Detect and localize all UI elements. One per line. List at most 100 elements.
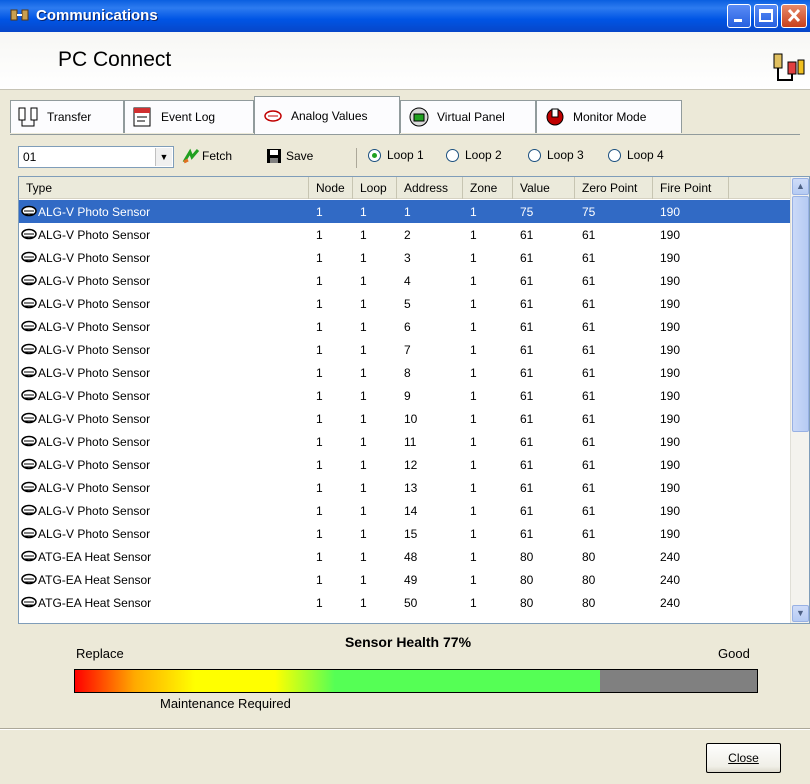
radio-dot [446, 148, 459, 162]
smoke-sensor-icon [21, 458, 37, 469]
cell-value: 61 [520, 480, 534, 495]
cell-zero-point: 61 [582, 526, 596, 541]
column-header-zero-point[interactable]: Zero Point [575, 177, 653, 199]
cell-address: 1 [404, 204, 411, 219]
column-header-type[interactable]: Type [19, 177, 309, 199]
cell-text: ALG-V Photo Sensor [38, 250, 151, 265]
toolbar: 01 ▼ Fetch Save Loop 1 Loop 2 Loop 3 Loo… [14, 140, 794, 172]
tab-analog-values[interactable]: Analog Values [254, 96, 400, 134]
cell-zero-point: 61 [582, 319, 596, 334]
minimize-button[interactable] [727, 4, 751, 28]
loop-1-radio[interactable]: Loop 1 [368, 148, 424, 162]
loop-3-radio[interactable]: Loop 3 [528, 148, 584, 162]
cell-zero-point: 61 [582, 342, 596, 357]
column-header-node[interactable]: Node [309, 177, 353, 199]
table-row[interactable]: ALG-V Photo Sensor 1 1 2 1 61 61 190 [19, 223, 791, 246]
cell-type: ALG-V Photo Sensor [19, 504, 309, 518]
maintenance-required-label: Maintenance Required [160, 696, 291, 711]
table-row[interactable]: ALG-V Photo Sensor 1 1 9 1 61 61 190 [19, 384, 791, 407]
radio-label: Loop 3 [547, 148, 584, 162]
table-row[interactable]: ALG-V Photo Sensor 1 1 15 1 61 61 190 [19, 522, 791, 545]
cell-address: 13 [404, 480, 418, 495]
cell-fire-point: 240 [660, 549, 681, 564]
fetch-button[interactable]: Fetch [182, 148, 232, 164]
smoke-sensor-icon [21, 366, 37, 377]
fetch-icon [182, 148, 200, 164]
cell-type: ALG-V Photo Sensor [19, 435, 309, 449]
table-row[interactable]: ALG-V Photo Sensor 1 1 1 1 75 75 190 [19, 200, 791, 223]
radio-label: Loop 4 [627, 148, 664, 162]
cell-address: 9 [404, 388, 411, 403]
column-header-fire-point[interactable]: Fire Point [653, 177, 729, 199]
table-row[interactable]: ALG-V Photo Sensor 1 1 13 1 61 61 190 [19, 476, 791, 499]
transfer-icon [18, 107, 38, 127]
tab-virtual-panel[interactable]: Virtual Panel [400, 100, 536, 133]
cell-fire-point: 190 [660, 388, 681, 403]
loop-2-radio[interactable]: Loop 2 [446, 148, 502, 162]
cell-zone: 1 [470, 342, 477, 357]
cell-type: ALG-V Photo Sensor [19, 481, 309, 495]
table-row[interactable]: ALG-V Photo Sensor 1 1 10 1 61 61 190 [19, 407, 791, 430]
tab-monitor-mode[interactable]: Monitor Mode [536, 100, 682, 133]
table-row[interactable]: ALG-V Photo Sensor 1 1 14 1 61 61 190 [19, 499, 791, 522]
column-header-loop[interactable]: Loop [353, 177, 397, 199]
table-row[interactable]: ALG-V Photo Sensor 1 1 12 1 61 61 190 [19, 453, 791, 476]
cell-loop: 1 [360, 549, 367, 564]
cell-node: 1 [316, 572, 323, 587]
close-window-button[interactable] [781, 4, 807, 28]
cell-zero-point: 61 [582, 411, 596, 426]
cell-node: 1 [316, 273, 323, 288]
cell-loop: 1 [360, 388, 367, 403]
chevron-down-icon[interactable]: ▼ [155, 148, 172, 166]
cell-value: 75 [520, 204, 534, 219]
cell-zero-point: 61 [582, 480, 596, 495]
cell-value: 61 [520, 296, 534, 311]
cell-address: 50 [404, 595, 418, 610]
cell-fire-point: 190 [660, 434, 681, 449]
table-row[interactable]: ALG-V Photo Sensor 1 1 5 1 61 61 190 [19, 292, 791, 315]
scroll-thumb[interactable] [792, 196, 809, 432]
loop-4-radio[interactable]: Loop 4 [608, 148, 664, 162]
toolbar-separator [356, 148, 357, 168]
scroll-up-button[interactable]: ▲ [792, 178, 809, 195]
table-row[interactable]: ALG-V Photo Sensor 1 1 7 1 61 61 190 [19, 338, 791, 361]
communications-icon [10, 9, 29, 21]
table-row[interactable]: ALG-V Photo Sensor 1 1 11 1 61 61 190 [19, 430, 791, 453]
radio-dot [368, 148, 381, 162]
cell-zero-point: 61 [582, 365, 596, 380]
cell-value: 61 [520, 503, 534, 518]
column-header-value[interactable]: Value [513, 177, 575, 199]
cell-type: ALG-V Photo Sensor [19, 320, 309, 334]
column-header-address[interactable]: Address [397, 177, 463, 199]
table-row[interactable]: ATG-EA Heat Sensor 1 1 49 1 80 80 240 [19, 568, 791, 591]
close-button[interactable]: Close [706, 743, 781, 773]
cell-zone: 1 [470, 434, 477, 449]
vertical-scrollbar[interactable]: ▲ ▼ [790, 177, 809, 623]
table-row[interactable]: ALG-V Photo Sensor 1 1 8 1 61 61 190 [19, 361, 791, 384]
table-row[interactable]: ATG-EA Heat Sensor 1 1 48 1 80 80 240 [19, 545, 791, 568]
scroll-down-button[interactable]: ▼ [792, 605, 809, 622]
analog-values-table[interactable]: Type Node Loop Address Zone Value Zero P… [18, 176, 810, 624]
save-button[interactable]: Save [266, 148, 313, 164]
tab-transfer[interactable]: Transfer [10, 100, 124, 133]
cell-value: 61 [520, 434, 534, 449]
cell-zero-point: 80 [582, 572, 596, 587]
cell-address: 2 [404, 227, 411, 242]
cell-type: ALG-V Photo Sensor [19, 251, 309, 265]
cell-node: 1 [316, 480, 323, 495]
table-row[interactable]: ALG-V Photo Sensor 1 1 3 1 61 61 190 [19, 246, 791, 269]
cell-type: ALG-V Photo Sensor [19, 458, 309, 472]
table-row[interactable]: ALG-V Photo Sensor 1 1 6 1 61 61 190 [19, 315, 791, 338]
smoke-sensor-icon [21, 412, 37, 423]
column-header-zone[interactable]: Zone [463, 177, 513, 199]
cell-fire-point: 190 [660, 503, 681, 518]
maximize-button[interactable] [754, 4, 778, 28]
title-bar[interactable]: Communications [0, 0, 810, 32]
table-row[interactable]: ALG-V Photo Sensor 1 1 4 1 61 61 190 [19, 269, 791, 292]
tab-event-log[interactable]: Event Log [124, 100, 254, 133]
cell-type: ATG-EA Heat Sensor [19, 573, 309, 587]
panel-select[interactable]: 01 ▼ [18, 146, 174, 168]
table-row[interactable]: ATG-EA Heat Sensor 1 1 50 1 80 80 240 [19, 591, 791, 614]
cell-value: 61 [520, 250, 534, 265]
cell-node: 1 [316, 503, 323, 518]
